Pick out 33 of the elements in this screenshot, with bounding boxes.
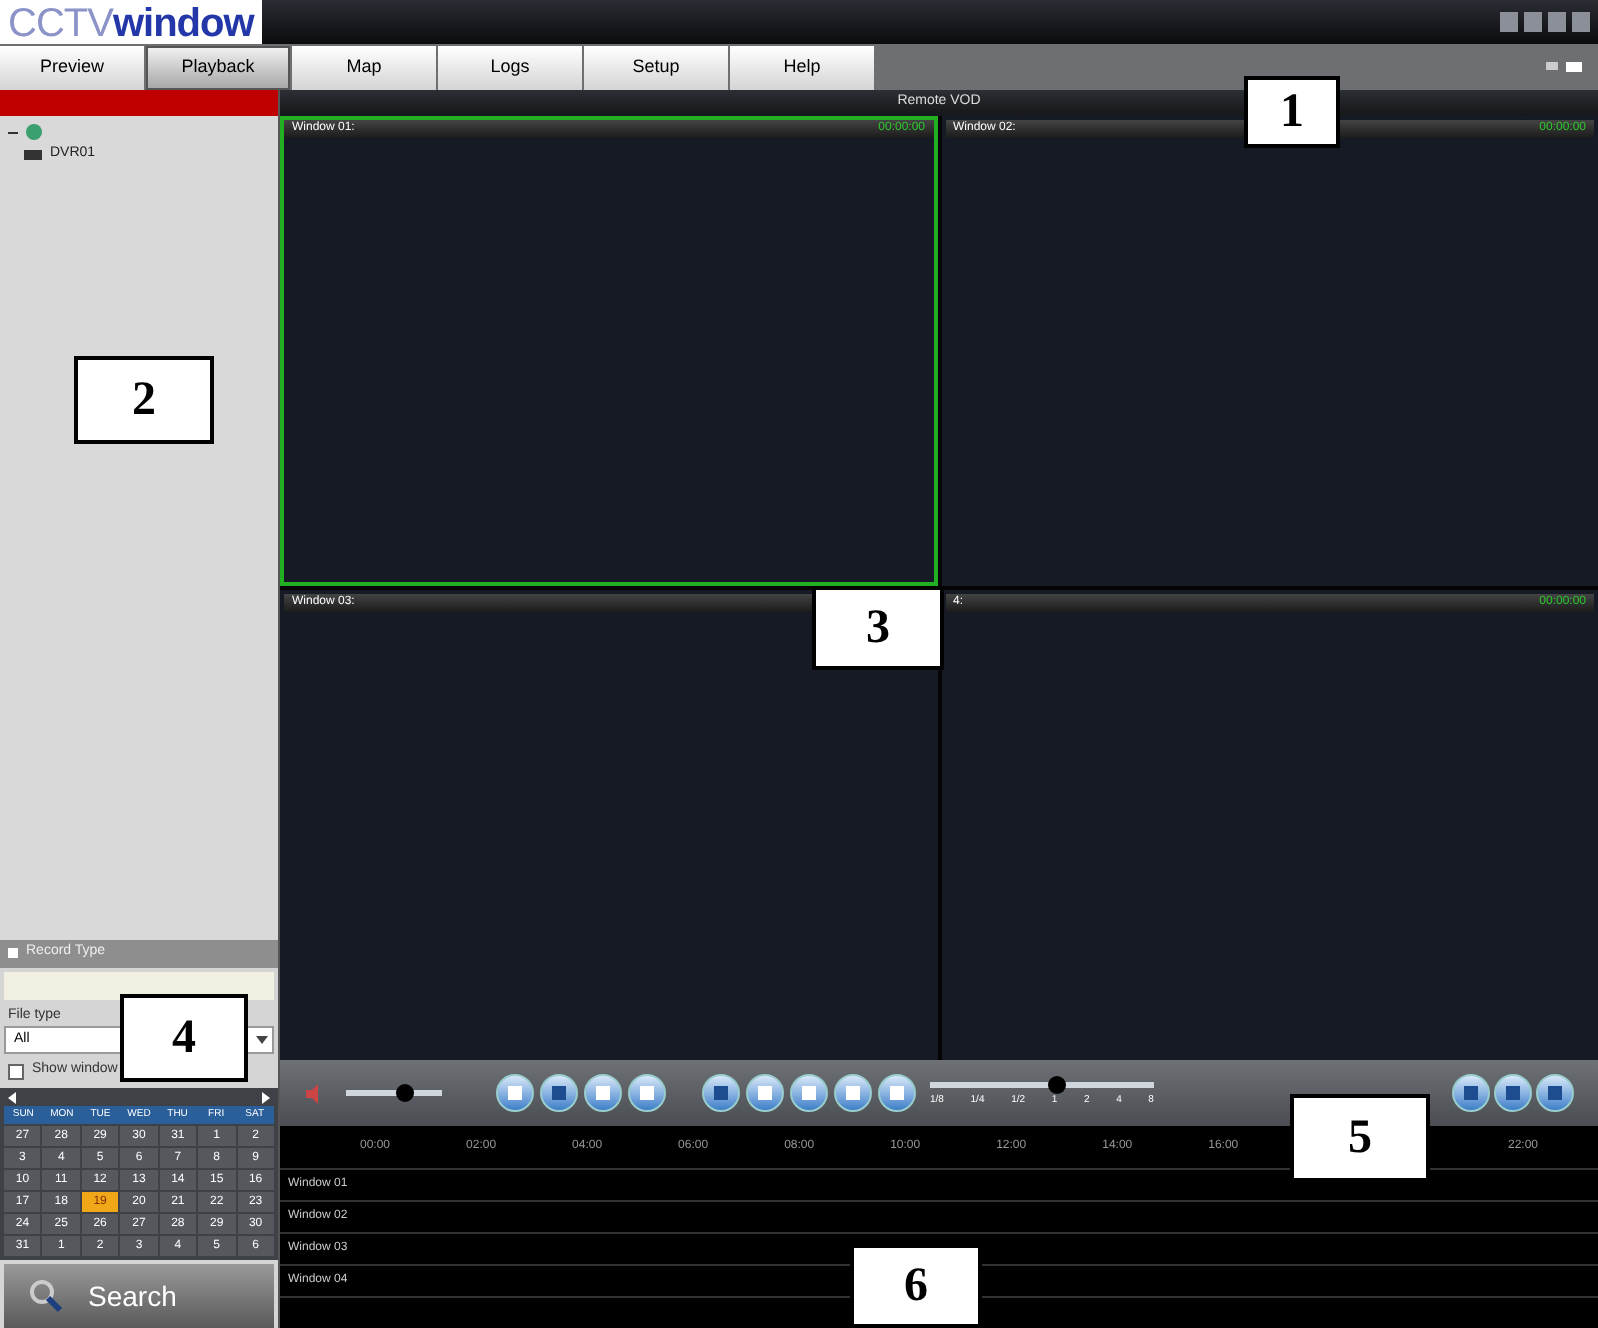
text-field[interactable] xyxy=(4,971,274,999)
view-button[interactable] xyxy=(1452,1074,1490,1112)
nav-tab[interactable]: Preview xyxy=(0,45,144,89)
callout-number: 1 xyxy=(1244,76,1340,148)
playback-button[interactable] xyxy=(702,1074,740,1112)
callout-number: 6 xyxy=(850,1244,982,1328)
playback-button[interactable] xyxy=(540,1074,578,1112)
app-logo: CCTVwindow xyxy=(0,0,262,44)
playback-button[interactable] xyxy=(790,1074,828,1112)
search-button[interactable]: Search xyxy=(4,1264,274,1328)
slider-thumb[interactable] xyxy=(395,1084,414,1102)
search-icon xyxy=(28,1278,64,1314)
nav-tab[interactable]: Logs xyxy=(438,45,582,89)
playback-button[interactable] xyxy=(584,1074,622,1112)
checkbox[interactable] xyxy=(8,1063,24,1079)
view-button[interactable] xyxy=(1536,1074,1574,1112)
nav-tab[interactable]: Help xyxy=(730,45,874,89)
playback-button[interactable] xyxy=(496,1074,534,1112)
dvr-icon xyxy=(24,149,42,160)
section-icon xyxy=(8,948,18,958)
slider-thumb[interactable] xyxy=(1047,1075,1066,1093)
playback-button[interactable] xyxy=(834,1074,872,1112)
callout-number: 5 xyxy=(1290,1094,1430,1182)
callout-number: 2 xyxy=(74,356,214,444)
nav-tab[interactable]: Map xyxy=(292,45,436,89)
nav-tab[interactable]: Playback xyxy=(146,45,290,89)
callout-number: 3 xyxy=(812,586,944,670)
playback-button[interactable] xyxy=(628,1074,666,1112)
nav-tab[interactable]: Setup xyxy=(584,45,728,89)
playback-button[interactable] xyxy=(878,1074,916,1112)
view-button[interactable] xyxy=(1494,1074,1532,1112)
playback-button[interactable] xyxy=(746,1074,784,1112)
globe-icon xyxy=(26,124,42,140)
